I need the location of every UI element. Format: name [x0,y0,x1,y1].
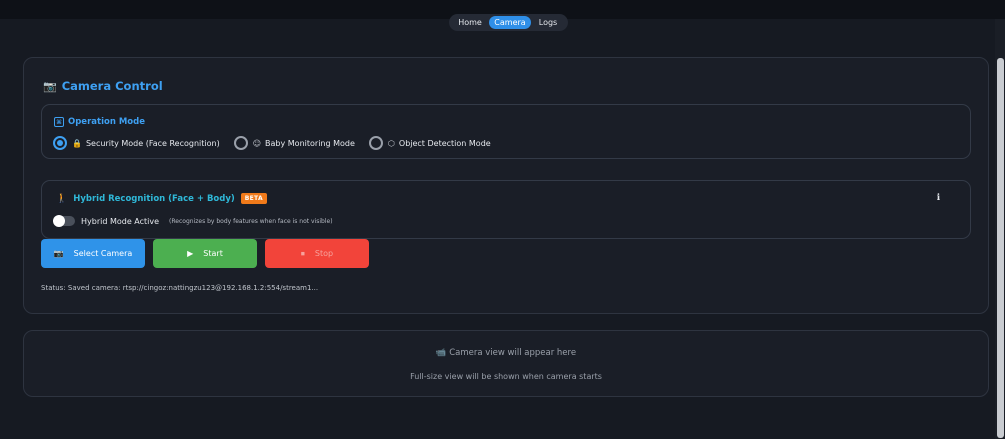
tab-home[interactable]: Home [451,16,489,29]
stop-button[interactable]: ⏹ Stop [265,239,369,268]
operation-mode-card: ⌘ Operation Mode 🔒 Security Mode (Face R… [41,104,971,159]
info-icon[interactable]: ℹ [937,193,940,203]
status-text: Status: Saved camera: rtsp://cingoz:natt… [41,284,319,292]
hybrid-recognition-card: 🚶 Hybrid Recognition (Face + Body) BETA … [41,180,971,239]
camera-control-panel: 📷 Camera Control ⌘ Operation Mode 🔒 Secu… [23,57,989,314]
toggle-label: Hybrid Mode Active [81,216,160,226]
tab-logs[interactable]: Logs [531,16,565,29]
radio-button[interactable] [368,136,383,150]
radio-baby-monitoring-mode[interactable]: ☺ Baby Monitoring Mode [233,136,355,150]
hybrid-title: 🚶 Hybrid Recognition (Face + Body) BETA [56,193,267,204]
baby-icon: ☺ [252,138,262,148]
select-camera-label: Select Camera [73,249,133,258]
mode-radio-group: 🔒 Security Mode (Face Recognition) ☺ Bab… [53,136,505,150]
lock-icon: 🔒 [72,138,82,148]
radio-security-mode[interactable]: 🔒 Security Mode (Face Recognition) [53,136,220,150]
camera-icon: 📷 [53,249,64,258]
panel-title-text: Camera Control [61,79,163,93]
scrollbar-thumb[interactable] [997,58,1004,438]
camera-view-placeholder: 📹 Camera view will appear here [24,348,988,358]
panel-title: 📷 Camera Control [43,79,163,93]
nav-tabs: Home Camera Logs [449,14,568,31]
beta-badge: BETA [240,193,267,204]
tab-camera[interactable]: Camera [489,16,531,29]
operation-mode-title: ⌘ Operation Mode [54,117,145,127]
hybrid-mode-toggle[interactable] [53,215,75,227]
radio-button-selected[interactable] [53,136,67,150]
radio-label: Security Mode (Face Recognition) [85,138,220,148]
operation-mode-title-text: Operation Mode [68,117,145,127]
stop-label: Stop [314,249,334,258]
select-camera-button[interactable]: 📷 Select Camera [41,239,145,268]
start-label: Start [203,249,223,258]
radio-button[interactable] [233,136,248,150]
camera-view-hint: Full-size view will be shown when camera… [410,372,602,381]
toggle-note: (Recognizes by body features when face i… [169,217,333,225]
start-button[interactable]: ▶ Start [153,239,257,268]
radio-object-detection-mode[interactable]: ⬡ Object Detection Mode [368,136,491,150]
stop-icon: ⏹ [300,248,305,258]
cube-icon: ⬡ [387,138,395,148]
hybrid-toggle-row: Hybrid Mode Active (Recognizes by body f… [53,215,333,227]
video-camera-icon: 📹 [435,348,450,358]
placeholder-text: Camera view will appear here [449,348,577,358]
person-icon: 🚶 [56,193,68,204]
camera-icon: 📷 [43,79,57,93]
mode-icon: ⌘ [54,117,64,127]
play-icon: ▶ [187,249,194,258]
hybrid-title-text: Hybrid Recognition (Face + Body) [73,193,235,204]
camera-view-panel: 📹 Camera view will appear here Full-size… [23,330,989,397]
radio-label: Baby Monitoring Mode [265,138,355,148]
radio-label: Object Detection Mode [398,138,491,148]
